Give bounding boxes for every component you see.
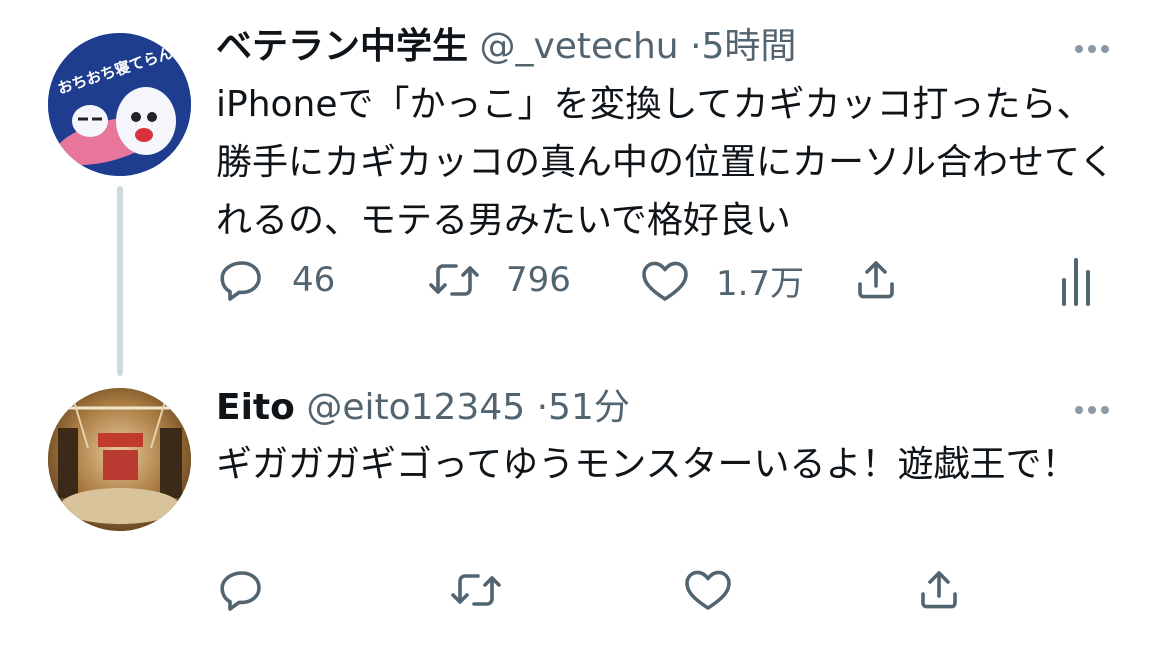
retweet-button[interactable]	[450, 566, 528, 614]
reply-bubble-icon	[220, 261, 261, 301]
separator-dot: ·	[690, 26, 702, 67]
tweet-2-text: ギガガガギゴってゆうモンスターいるよ！遊戯王で！	[216, 444, 1078, 485]
display-name[interactable]: ベテラン中学生	[216, 26, 468, 67]
reply-button[interactable]: 46	[218, 256, 335, 304]
separator-dot: ·	[536, 387, 549, 428]
more-dots-icon[interactable]	[1075, 406, 1109, 414]
retweet-icon	[429, 264, 479, 296]
timestamp[interactable]: 5時間	[702, 26, 797, 67]
avatar-illustration: おちおち寝てらんない!	[48, 33, 191, 176]
user-handle[interactable]: @eito12345	[306, 387, 525, 428]
share-upload-icon	[858, 261, 894, 299]
tweet-1[interactable]: おちおち寝てらんない! ベテラン中学生 @_vetechu ·5時間 iPhon…	[0, 0, 1169, 340]
like-button[interactable]	[683, 566, 759, 614]
analytics-bars-icon	[1062, 258, 1090, 306]
tweet-1-actions: 46 796 1.7万	[0, 256, 1169, 316]
retweet-button[interactable]: 796	[428, 256, 571, 304]
display-name[interactable]: Eito	[216, 387, 295, 428]
avatar-photo	[48, 388, 191, 531]
tweet-2-actions	[0, 566, 1169, 626]
retweet-count: 796	[506, 260, 571, 300]
timestamp[interactable]: 51分	[548, 387, 630, 428]
tweet-2[interactable]: Eito @eito12345 ·51分 ギガガガギゴってゆうモンスターいるよ！…	[0, 340, 1169, 647]
retweet-icon	[451, 574, 501, 606]
tweet-1-header: ベテラン中学生 @_vetechu ·5時間	[216, 25, 796, 69]
reply-button[interactable]	[218, 566, 292, 614]
heart-icon	[642, 261, 688, 301]
like-count: 1.7万	[716, 264, 805, 304]
avatar-eito[interactable]	[48, 388, 191, 531]
tweet-1-text: iPhoneで「かっこ」を変換してカギカッコ打ったら、勝手にカギカッコの真ん中の…	[216, 84, 1115, 241]
avatar-vetechu[interactable]: おちおち寝てらんない!	[48, 33, 191, 176]
more-dots-icon[interactable]	[1075, 45, 1109, 53]
reply-bubble-icon	[220, 571, 261, 611]
share-button[interactable]	[852, 256, 900, 304]
analytics-button[interactable]	[1058, 256, 1094, 308]
user-handle[interactable]: @_vetechu	[479, 26, 678, 67]
share-button[interactable]	[915, 566, 963, 614]
reply-count: 46	[292, 260, 336, 300]
tweet-2-header: Eito @eito12345 ·51分	[216, 386, 630, 430]
heart-icon	[685, 570, 731, 610]
like-button[interactable]: 1.7万	[640, 256, 804, 305]
share-upload-icon	[921, 571, 957, 609]
